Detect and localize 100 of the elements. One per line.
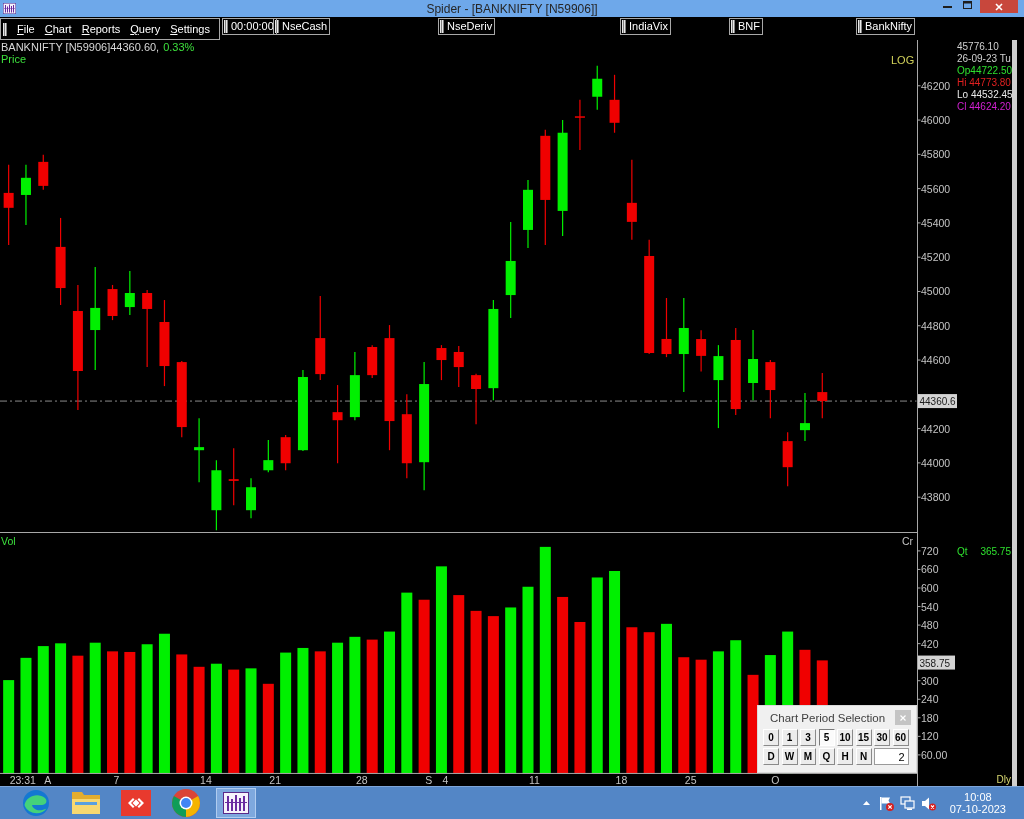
candlestick xyxy=(800,392,810,442)
interval-button[interactable]: M xyxy=(800,748,816,765)
interval-button[interactable]: H xyxy=(837,748,853,765)
axis-label: 14 xyxy=(200,774,212,786)
volume-quote-value: 365.75 xyxy=(980,546,1011,558)
period-button[interactable]: 1 xyxy=(781,729,798,746)
axis-label: 180 xyxy=(921,711,939,724)
candlestick xyxy=(107,284,118,321)
menu-item[interactable]: Settings xyxy=(165,22,215,36)
bars-icon[interactable] xyxy=(223,792,249,814)
axis-label: 660 xyxy=(921,563,939,576)
grip-icon[interactable] xyxy=(731,20,735,33)
period-button[interactable]: 3 xyxy=(800,729,816,746)
maximize-icon[interactable] xyxy=(963,1,972,9)
folder-icon[interactable] xyxy=(72,792,100,814)
corner-label: Cr xyxy=(902,535,914,547)
period-button[interactable]: 5 xyxy=(818,729,835,746)
axis-label: 23:31 xyxy=(9,774,36,786)
toolbar-button[interactable]: IndiaVix xyxy=(620,18,671,35)
axis-label: 60.00 xyxy=(921,748,948,761)
grip-icon[interactable] xyxy=(3,22,7,36)
candlestick xyxy=(436,344,447,381)
menu-item[interactable]: Chart xyxy=(39,22,77,36)
clock-date: 07-10-2023 xyxy=(949,803,1006,815)
axis-label: 43800 xyxy=(921,491,951,504)
quote-line: 26-09-23 Tu xyxy=(957,53,1011,65)
toolbar-button[interactable]: NseDeriv xyxy=(438,18,496,35)
wheel-icon[interactable] xyxy=(172,789,200,817)
count-field[interactable]: 2 xyxy=(874,748,909,765)
candlestick xyxy=(817,372,828,419)
toolbar-button[interactable]: BNF xyxy=(729,18,763,35)
symbol-quote: BANKNIFTY [N59906]44360.60, xyxy=(1,41,160,53)
axis-label: 46000 xyxy=(921,114,951,127)
dialog-title: Chart Period Selection xyxy=(770,710,886,725)
panel-label: Vol xyxy=(1,535,16,547)
period-button[interactable]: 15 xyxy=(855,729,872,746)
interval-button[interactable]: W xyxy=(781,748,798,765)
period-label: Dly xyxy=(996,773,1011,786)
candlestick xyxy=(453,345,464,388)
period-button[interactable]: 10 xyxy=(837,729,853,746)
axis-label: S xyxy=(425,774,433,786)
scale-mode-label: LOG xyxy=(891,54,915,66)
axis-label: 7 xyxy=(113,774,120,786)
axis-label: 480 xyxy=(921,619,939,632)
quote-line: Lo 44532.45 xyxy=(957,89,1013,101)
axis-label: 44200 xyxy=(921,422,951,435)
swirl-icon[interactable] xyxy=(23,790,49,816)
network-icon[interactable] xyxy=(899,795,915,811)
close-icon xyxy=(995,2,1003,11)
toolbar-button[interactable]: NseCash xyxy=(273,18,331,35)
quote-line: 45776.10 xyxy=(957,41,999,53)
close-button[interactable] xyxy=(980,0,1018,13)
axis-label: 240 xyxy=(921,693,939,706)
grip-icon[interactable] xyxy=(622,20,626,33)
axis-label: 540 xyxy=(921,600,939,613)
menu-item[interactable]: File xyxy=(12,22,40,36)
period-button[interactable]: 60 xyxy=(892,729,909,746)
chevron-up-icon[interactable] xyxy=(862,801,870,805)
price-tag: 44360.6 xyxy=(918,394,957,409)
close-icon xyxy=(900,714,906,721)
change-percent: 0.33% xyxy=(163,41,195,53)
candlestick xyxy=(246,477,256,519)
axis-label: 45400 xyxy=(921,216,951,229)
flag-icon[interactable] xyxy=(878,795,894,811)
grip-icon[interactable] xyxy=(224,20,228,33)
candlestick xyxy=(211,459,222,531)
panel-label: Price xyxy=(1,53,27,65)
candlestick xyxy=(367,344,378,379)
toolbar-button[interactable]: BankNifty xyxy=(856,18,916,35)
axis-label: 11 xyxy=(529,774,540,786)
grip-icon[interactable] xyxy=(440,20,444,33)
axis-label: 120 xyxy=(921,730,939,743)
interval-button[interactable]: D xyxy=(763,748,779,765)
axis-label: 28 xyxy=(355,774,368,786)
speaker-icon[interactable] xyxy=(920,795,936,811)
taskbar-button[interactable] xyxy=(216,788,256,818)
interval-button[interactable]: Q xyxy=(818,748,835,765)
axis-label: O xyxy=(771,774,780,786)
axis-label: 44600 xyxy=(921,354,951,367)
grip-icon[interactable] xyxy=(275,20,279,33)
candlestick xyxy=(592,65,603,111)
candlestick xyxy=(194,417,205,483)
menu-item[interactable]: Query xyxy=(125,22,166,36)
candlestick xyxy=(523,179,533,249)
period-button[interactable]: 0 xyxy=(763,729,779,746)
grip-icon[interactable] xyxy=(858,20,862,33)
candlestick xyxy=(609,74,620,134)
menu-item[interactable]: Reports xyxy=(76,22,126,36)
window-title: Spider - [BANKNIFTY [N59906]] xyxy=(426,1,598,16)
candlestick xyxy=(228,447,239,506)
candlestick xyxy=(38,154,49,191)
candlestick xyxy=(574,99,585,151)
bars-icon xyxy=(3,3,16,14)
quote-line: Hi 44773.80 xyxy=(957,77,1011,89)
candlestick xyxy=(20,164,31,226)
candlestick xyxy=(661,297,672,358)
candlestick xyxy=(280,434,291,471)
axis-label: 420 xyxy=(921,637,939,650)
period-button[interactable]: 30 xyxy=(874,729,890,746)
interval-button[interactable]: N xyxy=(855,748,872,765)
